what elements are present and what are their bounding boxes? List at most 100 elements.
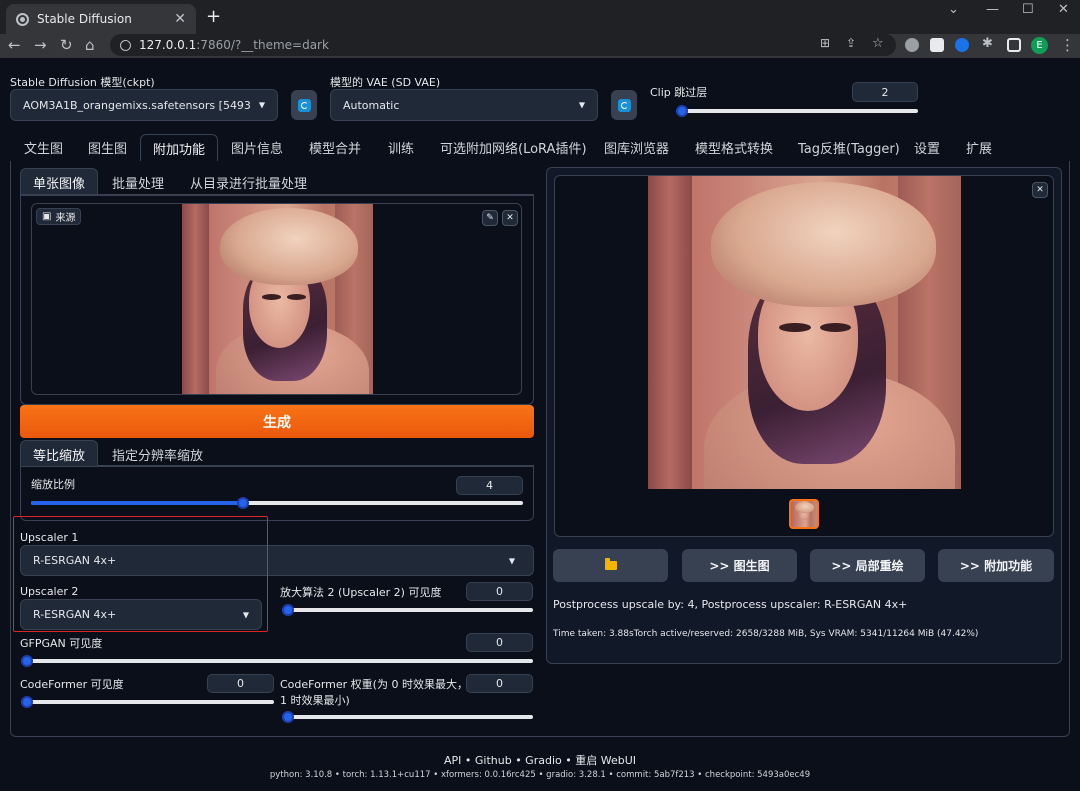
time-taken-info: Time taken: 3.88sTorch active/reserved: …	[553, 629, 979, 639]
clear-icon[interactable]: ✕	[502, 210, 518, 226]
minimize-icon[interactable]: —	[986, 2, 999, 17]
info-icon[interactable]	[120, 39, 131, 51]
extension-password-icon[interactable]	[955, 38, 969, 52]
codeformer-weight-slider[interactable]	[282, 711, 533, 723]
slider-knob[interactable]	[282, 604, 294, 616]
gfpgan-label: GFPGAN 可见度	[20, 637, 103, 650]
output-thumbnail[interactable]	[789, 499, 819, 529]
chevron-down-icon[interactable]: ⌄	[948, 2, 959, 17]
menu-icon[interactable]: ⋮	[1060, 36, 1075, 54]
tab-scale-to[interactable]: 指定分辨率缩放	[112, 445, 203, 464]
scale-slider[interactable]	[31, 497, 523, 509]
tab-checkpoint-merger[interactable]: 模型合并	[309, 138, 361, 157]
subtab-single-image[interactable]: 单张图像	[20, 168, 99, 194]
codeformer-visibility-slider[interactable]	[21, 696, 274, 708]
slider-knob[interactable]	[21, 655, 33, 667]
source-image-dropzone[interactable]: ▣ 来源 ✎ ✕	[31, 203, 522, 395]
tab-img2img[interactable]: 图生图	[88, 138, 127, 157]
slider-knob[interactable]	[236, 497, 249, 509]
extension-circle-icon[interactable]	[905, 38, 919, 52]
browser-toolbar: ← → ↻ ⌂ 127.0.0.1:7860/?__theme=dark ⊞ ⇪…	[0, 34, 1080, 58]
sidebar-icon[interactable]	[1007, 38, 1021, 52]
subtab-batch-dir[interactable]: 从目录进行批量处理	[190, 173, 307, 192]
address-bar[interactable]: 127.0.0.1:7860/?__theme=dark	[110, 34, 896, 56]
postprocess-info: Postprocess upscale by: 4, Postprocess u…	[553, 598, 908, 611]
tab-extras[interactable]: 附加功能	[140, 134, 219, 162]
codeformer-weight-input[interactable]: 0	[466, 674, 533, 693]
model-value: AOM3A1B_orangemixs.safetensors [5493a0ec…	[23, 98, 251, 112]
gfpgan-input[interactable]: 0	[466, 633, 533, 652]
send-to-img2img-button[interactable]: >> 图生图	[682, 549, 797, 582]
tab-scale-by[interactable]: 等比缩放	[20, 440, 99, 466]
tab-model-converter[interactable]: 模型格式转换	[695, 138, 773, 157]
vae-dropdown[interactable]: Automatic ▼	[330, 89, 598, 121]
highlight-box	[13, 516, 268, 632]
tab-txt2img[interactable]: 文生图	[24, 138, 63, 157]
new-tab-button[interactable]: +	[206, 6, 221, 27]
send-to-inpaint-button[interactable]: >> 局部重绘	[810, 549, 925, 582]
open-folder-button[interactable]	[553, 549, 668, 582]
caret-down-icon: ▼	[258, 100, 265, 110]
scale-input[interactable]: 4	[456, 476, 523, 495]
main-tabs: 文生图 图生图 附加功能 图片信息 模型合并 训练 可选附加网络(LoRA插件)…	[10, 134, 1070, 162]
model-dropdown[interactable]: AOM3A1B_orangemixs.safetensors [5493a0ec…	[10, 89, 278, 121]
source-label: 来源	[55, 213, 76, 224]
tab-settings[interactable]: 设置	[914, 138, 940, 157]
slider-knob[interactable]	[676, 105, 688, 117]
gfpgan-slider[interactable]	[21, 655, 533, 667]
footer-links[interactable]: API • Github • Gradio • 重启 WebUI	[0, 752, 1080, 768]
source-tag: ▣ 来源	[36, 208, 82, 225]
tab-png-info[interactable]: 图片信息	[231, 138, 283, 157]
home-icon[interactable]: ⌂	[85, 36, 95, 54]
close-window-icon[interactable]: ✕	[1058, 2, 1069, 17]
maximize-icon[interactable]: ☐	[1022, 2, 1034, 17]
tab-tagger[interactable]: Tag反推(Tagger)	[798, 138, 900, 157]
codeformer-visibility-input[interactable]: 0	[207, 674, 274, 693]
slider-knob[interactable]	[282, 711, 294, 723]
tab-extensions[interactable]: 扩展	[966, 138, 992, 157]
tab-image-browser[interactable]: 图库浏览器	[604, 138, 669, 157]
tab-train[interactable]: 训练	[388, 138, 414, 157]
tab-additional-networks[interactable]: 可选附加网络(LoRA插件)	[440, 138, 587, 157]
browser-tab[interactable]: Stable Diffusion ✕	[6, 4, 196, 34]
upscaler2-visibility-input[interactable]: 0	[466, 582, 533, 601]
subtab-batch[interactable]: 批量处理	[112, 173, 164, 192]
profile-avatar[interactable]: E	[1031, 37, 1048, 54]
close-tab-icon[interactable]: ✕	[174, 11, 186, 27]
scale-label: 缩放比例	[31, 478, 75, 491]
send-to-extras-button[interactable]: >> 附加功能	[938, 549, 1054, 582]
footer-versions: python: 3.10.8 • torch: 1.13.1+cu117 • x…	[269, 770, 811, 780]
codeformer-weight-label-line2: 1 时效果最小)	[280, 694, 350, 707]
bookmark-star-icon[interactable]: ☆	[872, 36, 884, 51]
refresh-icon	[617, 98, 631, 112]
browser-tab-title: Stable Diffusion	[37, 12, 132, 26]
puzzle-icon[interactable]: ✱	[982, 36, 993, 51]
output-gallery: ✕	[554, 175, 1054, 537]
url-path: :7860/?__theme=dark	[196, 38, 329, 52]
vae-label: 模型的 VAE (SD VAE)	[330, 76, 441, 89]
refresh-model-button[interactable]	[291, 90, 317, 120]
refresh-icon	[297, 98, 311, 112]
upscaler2-visibility-slider[interactable]	[282, 604, 533, 616]
codeformer-weight-label-line1: CodeFormer 权重(为 0 时效果最大，为	[280, 678, 479, 691]
generate-button[interactable]: 生成	[20, 405, 534, 438]
refresh-vae-button[interactable]	[611, 90, 637, 120]
output-image[interactable]	[648, 176, 961, 489]
forward-icon[interactable]: →	[34, 36, 47, 54]
slider-knob[interactable]	[21, 696, 33, 708]
share-icon[interactable]: ⇪	[846, 36, 856, 50]
upscaler2-visibility-label: 放大算法 2 (Upscaler 2) 可见度	[280, 586, 442, 599]
clip-skip-slider[interactable]	[676, 105, 918, 117]
back-icon[interactable]: ←	[8, 36, 21, 54]
url-host: 127.0.0.1	[139, 38, 197, 52]
clip-skip-input[interactable]: 2	[852, 82, 918, 102]
close-icon[interactable]: ✕	[1032, 182, 1048, 198]
translate-icon[interactable]: ⊞	[820, 36, 830, 50]
codeformer-visibility-label: CodeFormer 可见度	[20, 678, 124, 691]
model-label: Stable Diffusion 模型(ckpt)	[10, 76, 155, 89]
image-icon: ▣	[42, 211, 52, 222]
extension-qr-icon[interactable]	[930, 38, 944, 52]
edit-icon[interactable]: ✎	[482, 210, 498, 226]
reload-icon[interactable]: ↻	[60, 36, 73, 54]
clip-skip-label: Clip 跳过层	[650, 86, 708, 99]
